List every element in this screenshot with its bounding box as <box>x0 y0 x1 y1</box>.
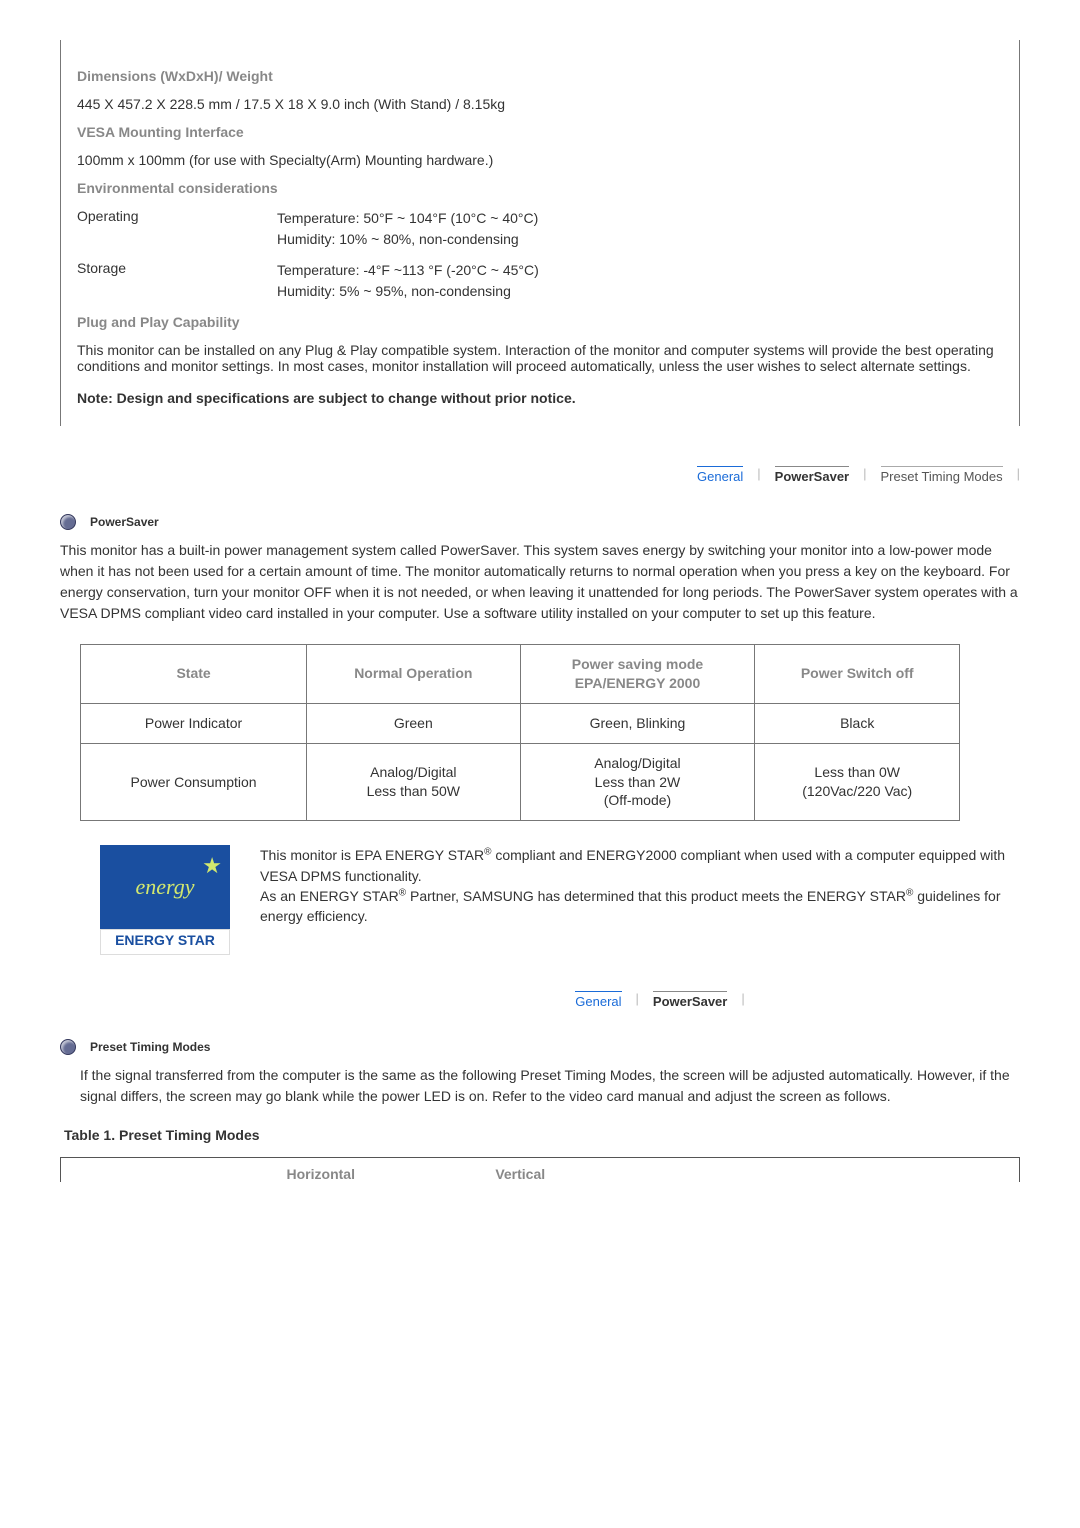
bullet-icon <box>60 1039 76 1055</box>
cell: Green, Blinking <box>520 703 755 743</box>
section-tabs: General | PowerSaver | Preset Timing Mod… <box>60 466 1020 484</box>
star-icon: ★ <box>202 853 222 879</box>
tab-separator: | <box>741 991 744 1009</box>
energy-p1a: This monitor is EPA ENERGY STAR <box>260 847 484 863</box>
col-off: Power Switch off <box>755 645 960 704</box>
preset-title: Preset Timing Modes <box>90 1040 210 1054</box>
energy-text: This monitor is EPA ENERGY STAR® complia… <box>260 845 1020 926</box>
tab-general[interactable]: General <box>697 466 743 484</box>
col-spacer <box>620 1166 820 1182</box>
section-heading: Preset Timing Modes <box>60 1039 1020 1055</box>
col-normal: Normal Operation <box>307 645 520 704</box>
env-storage-value: Temperature: -4°F ~113 °F (-20°C ~ 45°C)… <box>277 260 1003 302</box>
bullet-icon <box>60 514 76 530</box>
section-tabs: General | PowerSaver | <box>60 991 1020 1009</box>
vesa-value: 100mm x 100mm (for use with Specialty(Ar… <box>77 152 1003 168</box>
powersaver-title: PowerSaver <box>90 515 159 529</box>
env-operating-label: Operating <box>77 208 277 250</box>
section-heading: PowerSaver <box>60 514 1020 530</box>
spec-note: Note: Design and specifications are subj… <box>77 390 1003 406</box>
table-row: Power Consumption Analog/Digital Less th… <box>81 743 960 821</box>
cell: Analog/Digital Less than 50W <box>307 743 520 821</box>
tab-preset-timing[interactable]: Preset Timing Modes <box>881 466 1003 484</box>
table-row: State Normal Operation Power saving mode… <box>81 645 960 704</box>
col-spacer <box>820 1166 1020 1182</box>
energy-star-logo: ★ energy ENERGY STAR <box>100 845 230 955</box>
tab-powersaver[interactable]: PowerSaver <box>775 466 849 484</box>
col-state: State <box>81 645 307 704</box>
cell: Green <box>307 703 520 743</box>
col-spacer <box>61 1166 221 1182</box>
tab-general[interactable]: General <box>575 991 621 1009</box>
env-storage-label: Storage <box>77 260 277 302</box>
cell: Analog/Digital Less than 2W (Off-mode) <box>520 743 755 821</box>
dimensions-value: 445 X 457.2 X 228.5 mm / 17.5 X 18 X 9.0… <box>77 96 1003 112</box>
env-row: Operating Temperature: 50°F ~ 104°F (10°… <box>77 208 1003 250</box>
row-label: Power Consumption <box>81 743 307 821</box>
row-label: Power Indicator <box>81 703 307 743</box>
vesa-heading: VESA Mounting Interface <box>77 124 1003 140</box>
cell: Black <box>755 703 960 743</box>
env-row: Storage Temperature: -4°F ~113 °F (-20°C… <box>77 260 1003 302</box>
col-vertical: Vertical <box>421 1166 621 1182</box>
col-saving: Power saving mode EPA/ENERGY 2000 <box>520 645 755 704</box>
tab-powersaver[interactable]: PowerSaver <box>653 991 727 1009</box>
energy-p2b: Partner, SAMSUNG has determined that thi… <box>406 888 906 904</box>
env-operating-value: Temperature: 50°F ~ 104°F (10°C ~ 40°C) … <box>277 208 1003 250</box>
cell: Less than 0W (120Vac/220 Vac) <box>755 743 960 821</box>
powersaver-body: This monitor has a built-in power manage… <box>60 540 1020 624</box>
col-horizontal: Horizontal <box>221 1166 421 1182</box>
env-heading: Environmental considerations <box>77 180 1003 196</box>
energy-logo-caption: ENERGY STAR <box>100 929 230 955</box>
energy-p2a: As an ENERGY STAR <box>260 888 399 904</box>
tab-separator: | <box>636 991 639 1009</box>
tab-separator: | <box>863 466 866 484</box>
preset-table: Horizontal Vertical <box>60 1157 1020 1182</box>
pnp-body: This monitor can be installed on any Plu… <box>77 342 1003 374</box>
energy-star-block: ★ energy ENERGY STAR This monitor is EPA… <box>100 845 1020 955</box>
preset-body: If the signal transferred from the compu… <box>80 1065 1020 1107</box>
spec-box: Dimensions (WxDxH)/ Weight 445 X 457.2 X… <box>60 40 1020 426</box>
preset-table-title: Table 1. Preset Timing Modes <box>64 1127 1020 1143</box>
power-table: State Normal Operation Power saving mode… <box>80 644 960 821</box>
tab-separator: | <box>1017 466 1020 484</box>
table-row: Power Indicator Green Green, Blinking Bl… <box>81 703 960 743</box>
dimensions-heading: Dimensions (WxDxH)/ Weight <box>77 68 1003 84</box>
pnp-heading: Plug and Play Capability <box>77 314 1003 330</box>
tab-separator: | <box>757 466 760 484</box>
